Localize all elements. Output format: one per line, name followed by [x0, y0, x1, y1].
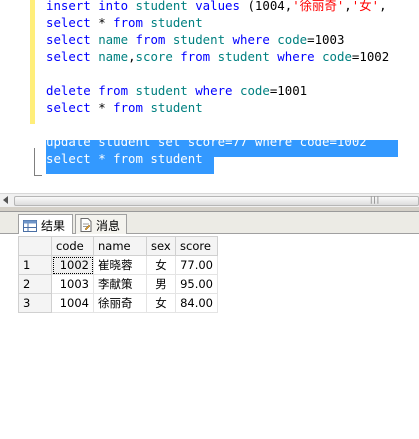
- tab-messages-label: 消息: [96, 218, 121, 233]
- code-line[interactable]: select * from student: [46, 150, 203, 167]
- tab-results[interactable]: 结果: [18, 214, 73, 236]
- cell-score[interactable]: 84.00: [175, 293, 218, 313]
- results-grid[interactable]: code name sex score 1 1002 崔晓蓉 女 77.00 2…: [18, 236, 218, 313]
- code-token: select: [46, 100, 99, 115]
- changed-lines-marker: [30, 0, 35, 124]
- code-token: select: [46, 49, 99, 64]
- row-number[interactable]: 2: [18, 274, 52, 294]
- scrollbar-thumb[interactable]: [14, 196, 419, 206]
- code-token: '徐丽奇': [292, 0, 345, 13]
- code-line[interactable]: update student set score=77 where code=1…: [46, 133, 367, 150]
- sql-editor[interactable]: insert into student values (1004,'徐丽奇','…: [0, 0, 419, 193]
- code-token: ,: [344, 0, 352, 13]
- code-line[interactable]: select name,score from student where cod…: [46, 48, 389, 65]
- code-line[interactable]: select * from student: [46, 99, 203, 116]
- cell-score[interactable]: 77.00: [175, 255, 218, 275]
- scrollbar-grip-icon: |||: [370, 196, 381, 204]
- code-token: select * from student: [46, 151, 203, 166]
- code-token: update student set score=77 where code=1…: [46, 134, 367, 149]
- cell-sex[interactable]: 女: [146, 293, 176, 313]
- grid-icon: [23, 219, 37, 232]
- code-token: from: [135, 32, 173, 47]
- code-token: student: [150, 100, 203, 115]
- results-tab-bar: 结果 消息: [0, 212, 419, 236]
- code-token: select: [46, 15, 99, 30]
- code-token: student: [217, 49, 278, 64]
- row-number[interactable]: 3: [18, 293, 52, 313]
- code-token: where: [232, 32, 278, 47]
- code-token: =1001: [269, 83, 308, 98]
- outline-bracket: [34, 148, 42, 176]
- code-token: student: [150, 15, 203, 30]
- column-header-name[interactable]: name: [93, 236, 147, 256]
- code-token: from: [98, 83, 136, 98]
- table-row[interactable]: 3 1004 徐丽奇 女 84.00: [18, 293, 218, 313]
- cell-score[interactable]: 95.00: [175, 274, 218, 294]
- code-token: where: [277, 49, 323, 64]
- code-token: where: [195, 83, 240, 98]
- cell-sex[interactable]: 女: [146, 255, 176, 275]
- tab-messages[interactable]: 消息: [75, 214, 127, 235]
- column-header-sex[interactable]: sex: [146, 236, 176, 256]
- code-token: code: [277, 32, 308, 47]
- code-token: student: [135, 83, 196, 98]
- code-token: ,: [128, 49, 136, 64]
- code-token: =1003: [307, 32, 345, 47]
- table-row[interactable]: 2 1003 李献策 男 95.00: [18, 274, 218, 294]
- cell-code[interactable]: 1002: [51, 255, 94, 275]
- code-token: select: [46, 32, 99, 47]
- code-line[interactable]: select * from student: [46, 14, 203, 31]
- code-token: name: [98, 32, 136, 47]
- table-row[interactable]: 1 1002 崔晓蓉 女 77.00: [18, 255, 218, 275]
- grid-header-row: code name sex score: [18, 236, 218, 256]
- code-token: from: [180, 49, 218, 64]
- code-token: insert into: [46, 0, 136, 13]
- code-token: student: [172, 32, 233, 47]
- column-header-score[interactable]: score: [175, 236, 218, 256]
- cell-name[interactable]: 李献策: [93, 274, 147, 294]
- cell-code[interactable]: 1003: [51, 274, 94, 294]
- code-token: ,: [379, 0, 387, 13]
- column-header-code[interactable]: code: [51, 236, 94, 256]
- grid-corner-cell[interactable]: [18, 236, 52, 256]
- code-line[interactable]: select name from student where code=1003: [46, 31, 344, 48]
- cell-code[interactable]: 1004: [51, 293, 94, 313]
- code-token: *: [98, 15, 114, 30]
- message-icon: [80, 218, 92, 232]
- code-token: '女': [351, 0, 380, 13]
- code-token: student: [135, 0, 196, 13]
- code-token: (1004,: [247, 0, 293, 13]
- code-token: name: [98, 49, 129, 64]
- code-token: code: [239, 83, 270, 98]
- code-token: from: [113, 15, 151, 30]
- code-token: =1002: [351, 49, 390, 64]
- code-token: score: [135, 49, 181, 64]
- tab-results-label: 结果: [41, 219, 66, 233]
- code-token: *: [98, 100, 114, 115]
- code-token: delete: [46, 83, 99, 98]
- row-number[interactable]: 1: [18, 255, 52, 275]
- cell-name[interactable]: 徐丽奇: [93, 293, 147, 313]
- code-token: values: [195, 0, 248, 13]
- editor-gutter: [0, 0, 28, 193]
- scroll-left-arrow-icon[interactable]: [3, 196, 8, 204]
- code-token: from: [113, 100, 151, 115]
- code-token: code: [322, 49, 352, 64]
- cell-name[interactable]: 崔晓蓉: [93, 255, 147, 275]
- code-line[interactable]: delete from student where code=1001: [46, 82, 307, 99]
- results-pane: code name sex score 1 1002 崔晓蓉 女 77.00 2…: [0, 234, 419, 439]
- horizontal-scrollbar[interactable]: |||: [0, 193, 419, 207]
- code-line[interactable]: insert into student values (1004,'徐丽奇','…: [46, 0, 387, 14]
- cell-sex[interactable]: 男: [146, 274, 176, 294]
